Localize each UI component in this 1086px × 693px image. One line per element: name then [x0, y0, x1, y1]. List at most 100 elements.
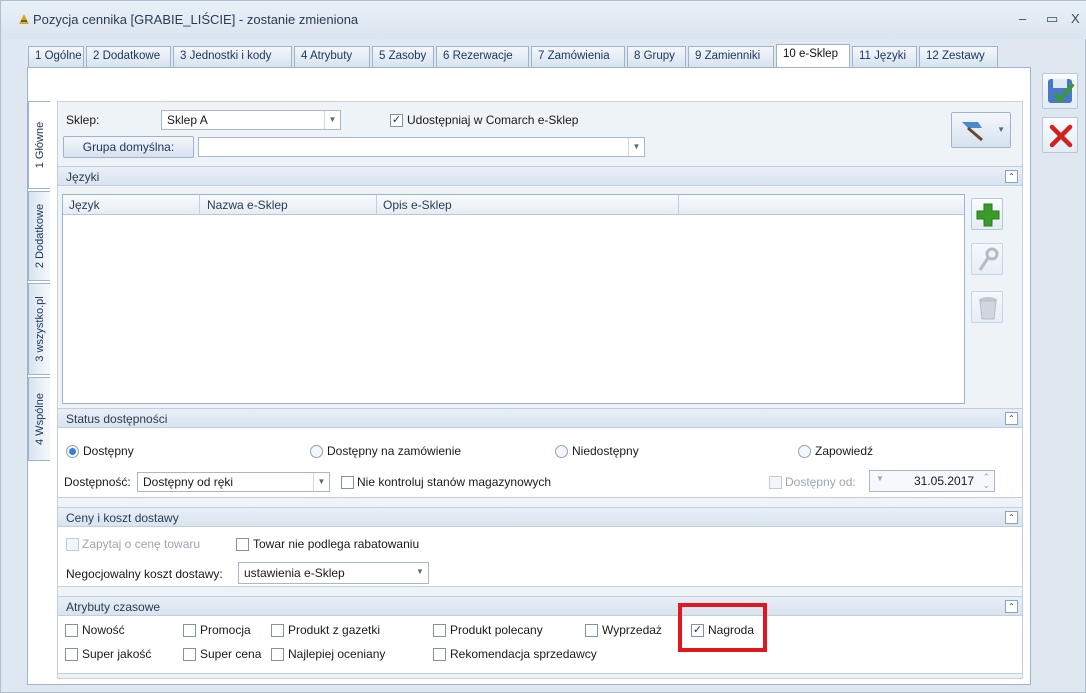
- add-language-button[interactable]: [971, 198, 1003, 230]
- column-header-eshop-description[interactable]: Opis e-Sklep: [383, 198, 452, 212]
- vtab-wszystko-pl[interactable]: 3 wszystko.pl: [28, 283, 50, 375]
- radio-available-on-order-label: Dostępny na zamówienie: [327, 444, 462, 458]
- tab-jednostki-i-kody[interactable]: 3 Jednostki i kody: [173, 46, 292, 67]
- tab-jezyki[interactable]: 11 Języki: [852, 46, 917, 67]
- availability-section-header: Status dostępności ⌃: [57, 408, 1023, 428]
- languages-table[interactable]: Język Nazwa e-Sklep Opis e-Sklep: [62, 194, 965, 404]
- attr-recommended-product-checkbox[interactable]: [433, 624, 446, 637]
- shop-select-value: Sklep A: [167, 113, 208, 127]
- tab-rezerwacje[interactable]: 6 Rezerwacje: [436, 46, 529, 67]
- attr-sale-checkbox[interactable]: [585, 624, 598, 637]
- radio-announced[interactable]: [798, 445, 811, 458]
- vtab-glowne[interactable]: 1 Główne: [28, 101, 50, 189]
- magnifier-icon: [978, 247, 999, 271]
- tab-grupy[interactable]: 8 Grupy: [627, 46, 686, 67]
- languages-section-title: Języki: [66, 170, 100, 184]
- column-separator: [376, 195, 377, 215]
- radio-available-on-order[interactable]: [310, 445, 323, 458]
- attr-seller-recommendation-checkbox[interactable]: [433, 648, 446, 661]
- no-discount-label: Towar nie podlega rabatowaniu: [253, 537, 420, 551]
- negotiable-cost-select[interactable]: ustawienia e-Sklep ▼: [238, 562, 429, 584]
- attr-super-price-label: Super cena: [200, 647, 262, 661]
- availability-label: Dostępność:: [64, 475, 131, 489]
- close-window-button[interactable]: X: [1071, 11, 1080, 26]
- available-from-date-field[interactable]: ▼ 31.05.2017 ⌃ ⌄: [869, 470, 995, 492]
- chevron-down-icon: ▼: [876, 474, 884, 483]
- attr-promotion-label: Promocja: [200, 623, 251, 637]
- vtab-label: 4 Wspólne: [33, 393, 46, 445]
- collapse-availability-button[interactable]: ⌃: [1005, 412, 1018, 425]
- attr-super-quality-checkbox[interactable]: [65, 648, 78, 661]
- delete-language-button[interactable]: [971, 291, 1003, 323]
- tab-zamowienia[interactable]: 7 Zamówienia: [531, 46, 625, 67]
- column-separator: [199, 195, 200, 215]
- languages-section-header: Języki ⌃: [57, 166, 1023, 186]
- tab-ogolne[interactable]: 1 Ogólne: [28, 46, 84, 67]
- default-group-button[interactable]: Grupa domyślna:: [63, 136, 194, 158]
- available-from-checkbox[interactable]: [769, 476, 782, 489]
- radio-announced-label: Zapowiedź: [815, 444, 874, 458]
- tab-dodatkowe[interactable]: 2 Dodatkowe: [86, 46, 171, 67]
- maximize-button[interactable]: ▭: [1046, 11, 1058, 27]
- attr-best-rated-checkbox[interactable]: [271, 648, 284, 661]
- spin-icon[interactable]: ⌃ ⌄: [982, 473, 990, 490]
- attr-best-rated-label: Najlepiej oceniany: [288, 647, 386, 661]
- negotiable-cost-label: Negocjowalny koszt dostawy:: [66, 567, 223, 581]
- tab-atrybuty[interactable]: 4 Atrybuty: [294, 46, 370, 67]
- attr-new-checkbox[interactable]: [65, 624, 78, 637]
- ask-price-checkbox[interactable]: [66, 538, 79, 551]
- save-button[interactable]: [1042, 73, 1078, 109]
- attr-newspaper-product-label: Produkt z gazetki: [288, 623, 381, 637]
- cancel-button[interactable]: [1042, 117, 1078, 153]
- tab-zasoby[interactable]: 5 Zasoby: [372, 46, 434, 67]
- shop-select[interactable]: Sklep A ▼: [161, 110, 341, 130]
- vtab-wspolne[interactable]: 4 Wspólne: [28, 377, 50, 461]
- availability-select[interactable]: Dostępny od ręki ▼: [137, 472, 330, 492]
- chevron-down-icon: ▼: [313, 473, 329, 491]
- no-stock-control-checkbox[interactable]: [341, 476, 354, 489]
- tab-zamienniki[interactable]: 9 Zamienniki: [688, 46, 774, 67]
- languages-table-header: Język Nazwa e-Sklep Opis e-Sklep: [63, 195, 964, 215]
- no-stock-control-label: Nie kontroluj stanów magazynowych: [357, 475, 552, 489]
- chevron-down-icon: ▼: [324, 111, 340, 129]
- chevron-down-icon: ▼: [628, 138, 644, 156]
- collapse-languages-button[interactable]: ⌃: [1005, 170, 1018, 183]
- radio-unavailable[interactable]: [555, 445, 568, 458]
- minimize-button[interactable]: –: [1019, 11, 1026, 26]
- tools-dropdown-button[interactable]: ▼: [951, 112, 1011, 148]
- column-header-language[interactable]: Język: [69, 198, 100, 212]
- prices-section-title: Ceny i koszt dostawy: [66, 511, 179, 525]
- prices-section-header: Ceny i koszt dostawy ⌃: [57, 507, 1023, 527]
- vtab-dodatkowe[interactable]: 2 Dodatkowe: [28, 191, 50, 281]
- tab-zestawy[interactable]: 12 Zestawy: [919, 46, 998, 67]
- availability-section-title: Status dostępności: [66, 412, 168, 426]
- attr-promotion-checkbox[interactable]: [183, 624, 196, 637]
- save-icon: [1048, 79, 1075, 104]
- window-title: Pozycja cennika [GRABIE_LIŚCIE] - zostan…: [33, 12, 359, 27]
- highlight-box: [678, 603, 767, 652]
- tab-e-sklep[interactable]: 10 e-Sklep: [776, 44, 850, 67]
- no-discount-checkbox[interactable]: [236, 538, 249, 551]
- attr-super-price-checkbox[interactable]: [183, 648, 196, 661]
- attr-seller-recommendation-label: Rekomendacja sprzedawcy: [450, 647, 597, 661]
- wand-icon: [962, 122, 983, 142]
- vtab-label: 1 Główne: [33, 121, 46, 169]
- shop-label: Sklep:: [66, 113, 100, 127]
- radio-unavailable-label: Niedostępny: [572, 444, 639, 458]
- trash-icon: [979, 297, 997, 320]
- collapse-attributes-button[interactable]: ⌃: [1005, 600, 1018, 613]
- radio-available-label: Dostępny: [83, 444, 134, 458]
- attr-new-label: Nowość: [82, 623, 125, 637]
- vtab-label: 3 wszystko.pl: [33, 296, 46, 362]
- radio-available[interactable]: [66, 445, 79, 458]
- title-bar: Pozycja cennika [GRABIE_LIŚCIE] - zostan…: [1, 1, 1086, 39]
- availability-select-value: Dostępny od ręki: [143, 475, 234, 489]
- column-header-eshop-name[interactable]: Nazwa e-Sklep: [207, 198, 288, 212]
- attributes-section-header: Atrybuty czasowe ⌃: [57, 596, 1023, 616]
- window: Pozycja cennika [GRABIE_LIŚCIE] - zostan…: [0, 0, 1086, 693]
- collapse-prices-button[interactable]: ⌃: [1005, 511, 1018, 524]
- share-eshop-checkbox[interactable]: ✓: [390, 114, 403, 127]
- default-group-select[interactable]: ▼: [198, 137, 645, 157]
- attr-newspaper-product-checkbox[interactable]: [271, 624, 284, 637]
- edit-language-button[interactable]: [971, 243, 1003, 275]
